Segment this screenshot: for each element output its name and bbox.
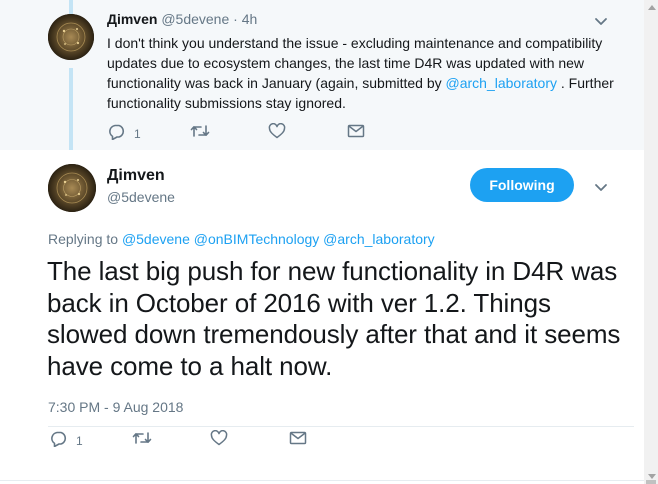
chevron-down-icon[interactable]	[594, 183, 608, 193]
reply-button[interactable]: 1	[50, 430, 83, 448]
mention-link[interactable]: @5devene	[122, 231, 190, 247]
like-icon	[210, 430, 228, 446]
retweet-button[interactable]	[190, 123, 210, 139]
following-button[interactable]: Following	[470, 168, 574, 202]
reply-icon	[108, 124, 126, 140]
replying-to: Replying to @5devene @onBIMTechnology @a…	[48, 231, 435, 247]
separator: ·	[233, 11, 238, 27]
retweet-icon	[132, 430, 152, 446]
parent-tweet-header: Дimven @5devene · 4h	[107, 11, 257, 27]
handle[interactable]: @5devene	[161, 11, 229, 27]
scroll-down-arrow-icon[interactable]	[648, 474, 656, 479]
like-button[interactable]	[210, 430, 228, 446]
like-icon	[268, 123, 286, 139]
reply-button[interactable]: 1	[108, 123, 141, 141]
direct-message-button[interactable]	[289, 430, 307, 446]
direct-message-icon	[289, 430, 307, 446]
retweet-button[interactable]	[132, 430, 152, 446]
mention-link[interactable]: @arch_laboratory	[323, 231, 435, 247]
direct-message-button[interactable]	[347, 123, 365, 139]
scroll-up-arrow-icon[interactable]	[648, 5, 656, 10]
avatar[interactable]	[48, 14, 94, 60]
like-button[interactable]	[268, 123, 286, 139]
divider	[48, 426, 634, 427]
reply-count: 1	[76, 434, 83, 448]
tweet-timestamp[interactable]: 7:30 PM - 9 Aug 2018	[48, 399, 183, 415]
retweet-icon	[190, 123, 210, 139]
direct-message-icon	[347, 123, 365, 139]
tweet-actions: 1	[50, 430, 310, 450]
parent-tweet[interactable]: Дimven @5devene · 4h I don't think you u…	[0, 0, 644, 150]
tweet-text: The last big push for new functionality …	[47, 256, 621, 381]
tweet-time[interactable]: 4h	[242, 11, 258, 27]
thread-line	[69, 68, 73, 150]
chevron-down-icon[interactable]	[594, 17, 608, 27]
display-name[interactable]: Дimven	[107, 167, 165, 185]
main-tweet: Дimven @5devene Following Replying to @5…	[0, 150, 644, 484]
thread-line-top	[69, 0, 73, 14]
scrollbar-thumb[interactable]	[646, 480, 656, 484]
avatar[interactable]	[48, 164, 96, 212]
display-name[interactable]: Дimven	[107, 11, 157, 27]
mention-link[interactable]: @onBIMTechnology	[194, 231, 320, 247]
reply-count: 1	[134, 127, 141, 141]
divider	[0, 480, 644, 481]
replying-to-label: Replying to	[48, 231, 119, 247]
handle[interactable]: @5devene	[107, 189, 175, 205]
reply-icon	[50, 431, 68, 447]
scrollbar[interactable]	[644, 0, 658, 484]
mention-link[interactable]: @arch_laboratory	[446, 75, 558, 91]
tweet-actions: 1	[108, 123, 368, 143]
parent-tweet-text: I don't think you understand the issue -…	[107, 33, 627, 113]
